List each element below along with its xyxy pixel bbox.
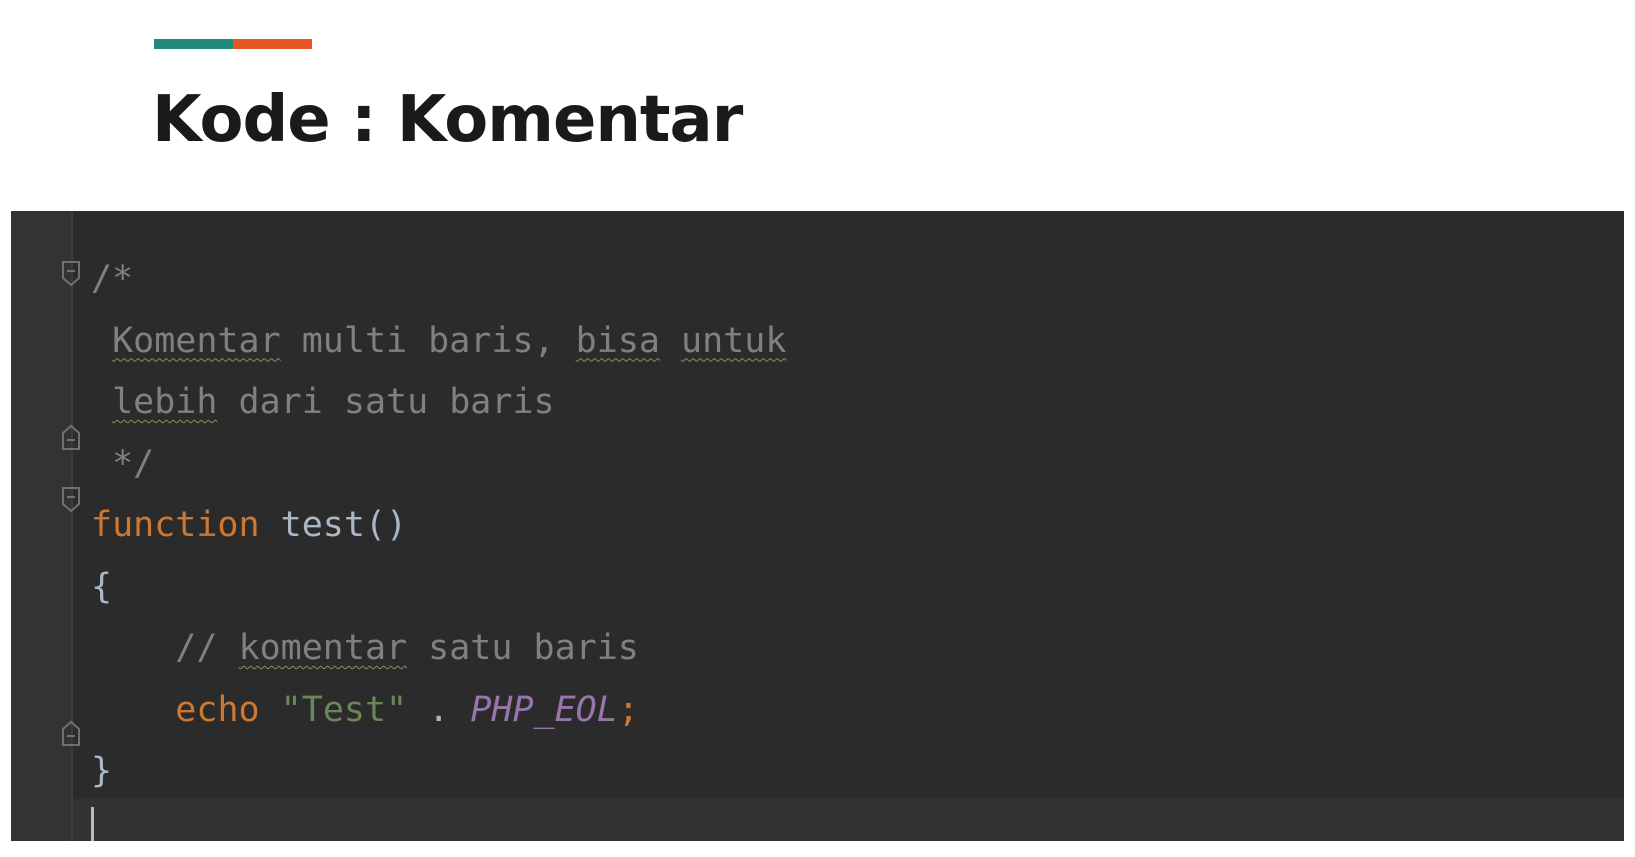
code-line: Komentar multi baris, bisa untuk — [91, 311, 786, 373]
code-token: test() — [259, 505, 408, 545]
code-token: multi baris, — [280, 320, 576, 361]
code-token: ; — [617, 689, 639, 730]
text-caret — [91, 807, 94, 841]
code-line: /* — [91, 249, 786, 311]
code-line: } — [91, 741, 786, 803]
code-token: */ — [91, 443, 155, 484]
fold-end-icon[interactable] — [60, 423, 82, 453]
code-line: // komentar satu baris — [91, 618, 786, 680]
code-token: . — [407, 689, 471, 730]
accent-bar — [154, 39, 312, 49]
code-line: function test() — [91, 495, 786, 557]
code-token: /* — [91, 259, 134, 299]
code-token: "Test" — [280, 689, 408, 730]
slide: Kode : Komentar /* Komentar multi baris,… — [0, 0, 1635, 857]
code-token: dari satu baris — [217, 382, 555, 422]
fold-collapse-icon[interactable] — [60, 484, 82, 514]
code-token: komentar — [238, 628, 408, 668]
code-line: echo "Test" . PHP_EOL; — [91, 680, 786, 742]
accent-bar-orange — [233, 39, 312, 49]
code-token: } — [91, 751, 113, 791]
code-line: { — [91, 557, 786, 619]
code-token: bisa — [575, 320, 660, 361]
code-token: // — [91, 628, 239, 668]
slide-title: Kode : Komentar — [152, 83, 743, 157]
fold-end-icon[interactable] — [60, 719, 82, 749]
code-token: PHP_EOL — [470, 689, 618, 730]
code-content[interactable]: /* Komentar multi baris, bisa untuk lebi… — [91, 249, 786, 803]
fold-collapse-icon[interactable] — [60, 258, 82, 288]
code-editor[interactable]: /* Komentar multi baris, bisa untuk lebi… — [11, 211, 1624, 841]
code-token: function — [91, 505, 260, 545]
accent-bar-teal — [154, 39, 233, 49]
current-line-highlight — [73, 799, 1624, 841]
code-token: echo — [175, 689, 260, 730]
code-token: Komentar — [112, 320, 281, 361]
code-line: lebih dari satu baris — [91, 372, 786, 434]
code-token: untuk — [681, 320, 787, 361]
code-token: satu baris — [407, 628, 639, 668]
code-token: { — [91, 566, 113, 607]
code-line: */ — [91, 434, 786, 496]
code-token: lebih — [112, 382, 218, 422]
